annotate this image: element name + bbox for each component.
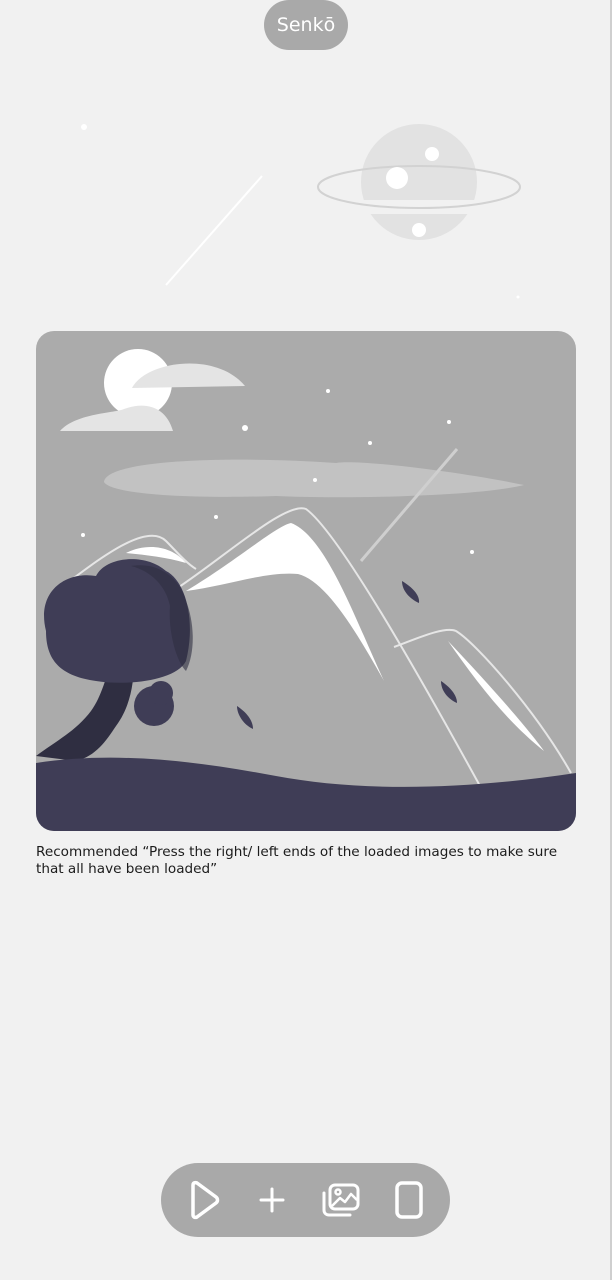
page-icon bbox=[395, 1181, 423, 1219]
planet-illustration bbox=[81, 124, 521, 299]
images-icon bbox=[322, 1183, 360, 1217]
bottom-toolbar bbox=[161, 1163, 450, 1237]
plus-icon bbox=[259, 1187, 285, 1213]
loaded-image-card[interactable] bbox=[36, 331, 576, 831]
single-page-button[interactable] bbox=[389, 1180, 429, 1220]
loading-hint-text: Recommended “Press the right/ left ends … bbox=[36, 844, 558, 877]
gallery-button[interactable] bbox=[321, 1180, 361, 1220]
placeholder-image bbox=[36, 349, 576, 831]
play-icon bbox=[191, 1180, 220, 1220]
add-button[interactable] bbox=[252, 1180, 292, 1220]
play-button[interactable] bbox=[183, 1180, 223, 1220]
